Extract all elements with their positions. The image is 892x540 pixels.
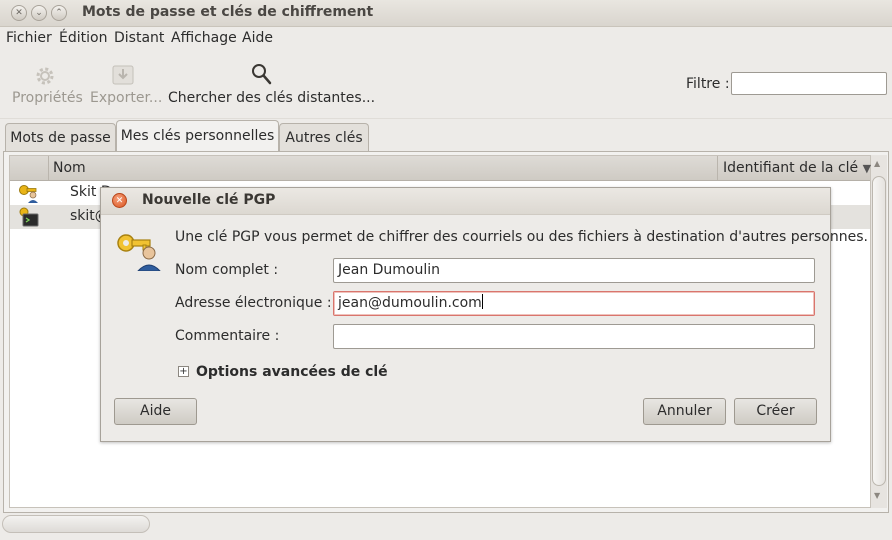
- create-button[interactable]: Créer: [734, 398, 817, 425]
- close-icon: ✕: [115, 196, 124, 206]
- window-title: Mots de passe et clés de chiffrement: [82, 4, 374, 20]
- full-name-field[interactable]: Jean Dumoulin: [333, 258, 815, 283]
- email-label: Adresse électronique :: [175, 295, 332, 311]
- close-icon: ✕: [15, 8, 23, 18]
- column-header-icon[interactable]: [10, 156, 49, 180]
- menu-fichier[interactable]: Fichier: [6, 30, 52, 46]
- export-icon: [112, 65, 134, 85]
- help-button[interactable]: Aide: [114, 398, 197, 425]
- search-icon: [252, 64, 272, 85]
- tab-other-keys[interactable]: Autres clés: [279, 123, 369, 151]
- advanced-options-expander[interactable]: Options avancées de clé: [196, 364, 388, 380]
- email-field[interactable]: jean@dumoulin.com: [333, 291, 815, 316]
- email-field-value: jean@dumoulin.com: [338, 295, 482, 311]
- dialog-description: Une clé PGP vous permet de chiffrer des …: [175, 229, 868, 245]
- dialog-title: Nouvelle clé PGP: [142, 192, 276, 208]
- sort-desc-icon: ▼: [862, 162, 872, 175]
- key-person-icon: [19, 185, 38, 203]
- export-label: Exporter...: [90, 90, 163, 106]
- column-header-key-id-label: Identifiant de la clé: [723, 160, 859, 176]
- pgp-key-icon: [117, 234, 161, 271]
- menu-distant[interactable]: Distant: [114, 30, 164, 46]
- tab-personal-keys[interactable]: Mes clés personnelles: [116, 120, 279, 153]
- gear-icon: [36, 67, 54, 85]
- menu-aide[interactable]: Aide: [242, 30, 273, 46]
- filter-input[interactable]: [731, 72, 887, 95]
- full-name-label: Nom complet :: [175, 262, 279, 278]
- text-caret: [481, 294, 483, 309]
- tab-passwords[interactable]: Mots de passe: [5, 123, 116, 151]
- comment-field[interactable]: [333, 324, 815, 349]
- properties-button[interactable]: Propriétés: [10, 62, 83, 108]
- minimize-window-button[interactable]: ⌄: [31, 5, 47, 21]
- column-divider: [717, 156, 718, 180]
- comment-label: Commentaire :: [175, 328, 280, 344]
- chevron-down-icon: ⌄: [35, 8, 43, 18]
- export-button[interactable]: Exporter...: [88, 62, 163, 108]
- dialog-close-button[interactable]: ✕: [112, 193, 127, 208]
- expand-advanced-options-icon[interactable]: +: [178, 366, 189, 377]
- scroll-up-icon[interactable]: ▲: [874, 159, 880, 168]
- horizontal-scrollbar-thumb[interactable]: [2, 515, 150, 533]
- chevron-up-icon: ⌃: [55, 8, 63, 18]
- column-header-key-id[interactable]: Identifiant de la clé ▼: [723, 160, 871, 176]
- menu-edition[interactable]: Édition: [59, 30, 107, 46]
- column-header-name[interactable]: Nom: [53, 160, 86, 176]
- vertical-scrollbar-thumb[interactable]: [872, 176, 886, 486]
- filter-label: Filtre :: [686, 76, 730, 92]
- menu-affichage[interactable]: Affichage: [171, 30, 237, 46]
- cancel-button[interactable]: Annuler: [643, 398, 726, 425]
- properties-label: Propriétés: [12, 90, 83, 106]
- close-window-button[interactable]: ✕: [11, 5, 27, 21]
- scroll-down-icon[interactable]: ▼: [874, 491, 880, 500]
- search-remote-keys-button[interactable]: Chercher des clés distantes...: [166, 62, 375, 108]
- search-remote-keys-label: Chercher des clés distantes...: [168, 90, 376, 106]
- maximize-window-button[interactable]: ⌃: [51, 5, 67, 21]
- terminal-key-icon: [19, 207, 39, 227]
